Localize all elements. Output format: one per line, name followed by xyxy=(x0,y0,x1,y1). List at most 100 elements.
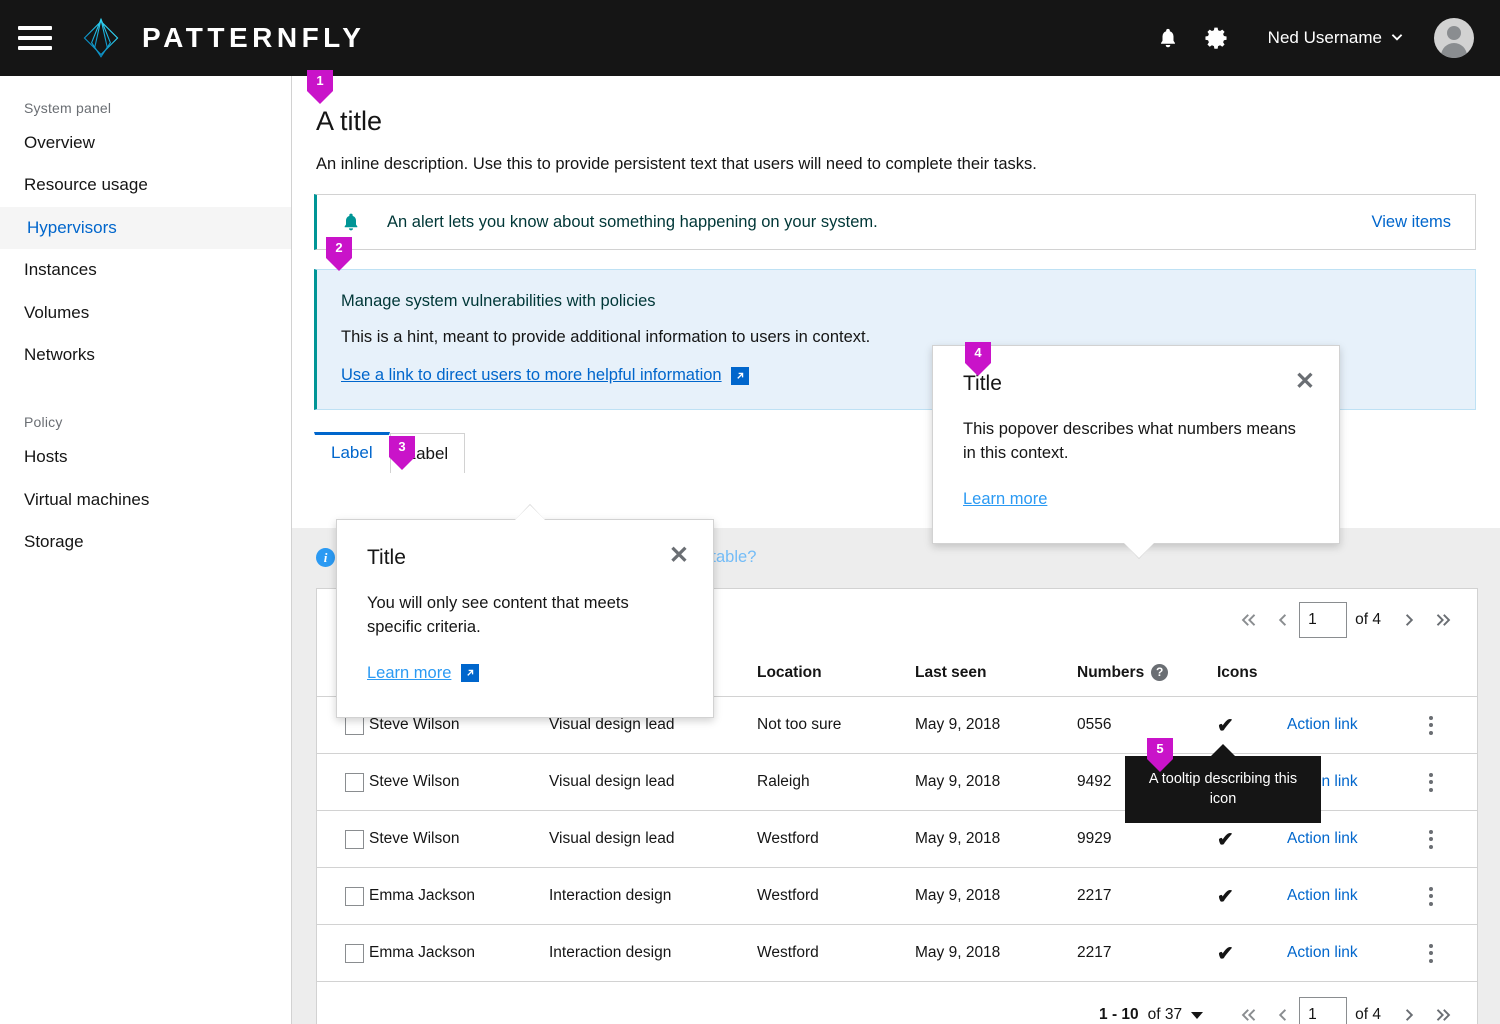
annotation-badge-number: 3 xyxy=(389,436,415,457)
pagination-prev-button[interactable] xyxy=(1265,998,1299,1024)
table-row[interactable]: Emma Jackson Interaction design Westford… xyxy=(317,924,1477,982)
sidebar-item-volumes[interactable]: Volumes xyxy=(0,292,291,334)
question-circle-icon[interactable]: ? xyxy=(1151,663,1169,681)
row-checkbox-cell xyxy=(317,753,369,811)
cell-action: Action link xyxy=(1287,867,1417,925)
annotation-badge-number: 5 xyxy=(1147,738,1173,759)
row-kebab-menu-icon[interactable] xyxy=(1417,825,1445,853)
annotation-badge-tip xyxy=(307,91,333,104)
pagination-summary-range: 1 - 10 xyxy=(1099,1006,1139,1023)
action-link[interactable]: Action link xyxy=(1287,944,1358,961)
pagination-page-input[interactable] xyxy=(1299,602,1348,638)
cell-role: Visual design lead xyxy=(549,753,757,811)
popover-learn-more-label: Learn more xyxy=(367,663,452,682)
row-checkbox[interactable] xyxy=(345,715,364,735)
popover-table-criteria: Title ✕ You will only see content that m… xyxy=(336,504,714,718)
pagination-prev-button[interactable] xyxy=(1265,603,1299,637)
row-checkbox-cell xyxy=(317,810,369,868)
column-header-numbers[interactable]: Numbers? xyxy=(1077,651,1217,697)
cell-location: Westford xyxy=(757,867,915,925)
cell-role: Interaction design xyxy=(549,924,757,982)
hint-link[interactable]: Use a link to direct users to more helpf… xyxy=(341,366,749,385)
cell-last-seen: May 9, 2018 xyxy=(915,696,1077,754)
row-checkbox[interactable] xyxy=(345,943,364,963)
action-link[interactable]: Action link xyxy=(1287,716,1358,733)
check-icon[interactable]: ✔ xyxy=(1217,829,1234,851)
row-checkbox[interactable] xyxy=(345,772,364,792)
table-row[interactable]: Emma Jackson Interaction design Westford… xyxy=(317,867,1477,925)
cell-kebab xyxy=(1417,753,1477,811)
table-footer: 1 - 10 of 37 1 of 4 xyxy=(317,982,1477,1024)
sidebar-item-virtual-machines[interactable]: Virtual machines xyxy=(0,479,291,521)
pagination-page-input[interactable] xyxy=(1299,997,1348,1024)
column-header-action xyxy=(1287,651,1417,697)
column-header-numbers-label: Numbers xyxy=(1077,663,1145,681)
sidebar-item-resource-usage[interactable]: Resource usage xyxy=(0,164,291,206)
row-checkbox-cell xyxy=(317,924,369,982)
cell-location: Raleigh xyxy=(757,753,915,811)
user-menu[interactable]: Ned Username xyxy=(1268,28,1404,48)
row-checkbox[interactable] xyxy=(345,829,364,849)
annotation-badge-4: 4 xyxy=(965,342,991,376)
popover-footer: Learn more xyxy=(337,640,713,717)
row-kebab-menu-icon[interactable] xyxy=(1417,882,1445,910)
sidebar-item-instances[interactable]: Instances xyxy=(0,249,291,291)
column-header-kebab xyxy=(1417,651,1477,697)
sidebar-item-hypervisors[interactable]: Hypervisors xyxy=(0,206,291,250)
cell-last-seen: May 9, 2018 xyxy=(915,810,1077,868)
alert-action-view-items[interactable]: View items xyxy=(1372,213,1451,232)
sidebar-item-networks[interactable]: Networks xyxy=(0,334,291,376)
annotation-badge-tip xyxy=(1147,759,1173,772)
hamburger-bar xyxy=(18,26,52,30)
pagination-next-button[interactable] xyxy=(1393,998,1427,1024)
cell-role: Visual design lead xyxy=(549,810,757,868)
row-kebab-menu-icon[interactable] xyxy=(1417,768,1445,796)
popover-title: Title xyxy=(367,546,406,569)
avatar[interactable] xyxy=(1434,18,1474,58)
close-icon[interactable]: ✕ xyxy=(1295,369,1315,393)
tooltip-text: A tooltip describing this icon xyxy=(1148,771,1298,807)
pagination-last-button[interactable] xyxy=(1427,998,1461,1024)
brand[interactable]: PATTERNFLY xyxy=(76,13,365,63)
row-kebab-menu-icon[interactable] xyxy=(1417,939,1445,967)
hamburger-menu-icon[interactable] xyxy=(18,26,52,50)
check-icon[interactable]: ✔ xyxy=(1217,886,1234,908)
column-header-last-seen[interactable]: Last seen xyxy=(915,651,1077,697)
cell-name: Emma Jackson xyxy=(369,867,549,925)
pagination-last-button[interactable] xyxy=(1427,603,1461,637)
cell-location: Not too sure xyxy=(757,696,915,754)
cell-location: Westford xyxy=(757,924,915,982)
popover-learn-more-link[interactable]: Learn more xyxy=(963,490,1047,509)
action-link[interactable]: Action link xyxy=(1287,887,1358,904)
annotation-badge-3: 3 xyxy=(389,436,415,470)
annotation-badge-1: 1 xyxy=(307,70,333,104)
cell-action: Action link xyxy=(1287,924,1417,982)
gear-icon[interactable] xyxy=(1192,14,1240,62)
pagination-first-button[interactable] xyxy=(1231,998,1265,1024)
annotation-badge-number: 2 xyxy=(326,237,352,258)
sidebar-item-overview[interactable]: Overview xyxy=(0,122,291,164)
sidebar-item-hosts[interactable]: Hosts xyxy=(0,436,291,478)
column-header-icons[interactable]: Icons xyxy=(1217,651,1287,697)
action-link[interactable]: Action link xyxy=(1287,830,1358,847)
tab-label-1[interactable]: Label xyxy=(314,432,390,473)
cell-kebab xyxy=(1417,924,1477,982)
pagination-next-button[interactable] xyxy=(1393,603,1427,637)
alert-banner: An alert lets you know about something h… xyxy=(314,194,1476,250)
check-icon[interactable]: ✔ xyxy=(1217,715,1234,737)
close-icon[interactable]: ✕ xyxy=(669,543,689,567)
chevron-down-icon xyxy=(1191,1011,1204,1019)
row-checkbox[interactable] xyxy=(345,886,364,906)
bell-icon[interactable] xyxy=(1144,14,1192,62)
popover-learn-more-link[interactable]: Learn more xyxy=(367,663,480,683)
row-kebab-menu-icon[interactable] xyxy=(1417,711,1445,739)
page-description: An inline description. Use this to provi… xyxy=(316,155,1037,173)
sidebar-item-storage[interactable]: Storage xyxy=(0,521,291,563)
pagination-summary-dropdown[interactable]: 1 - 10 of 37 xyxy=(1099,1006,1204,1024)
popover-footer: Learn more xyxy=(933,466,1339,543)
check-icon[interactable]: ✔ xyxy=(1217,943,1234,965)
table-body: Steve Wilson Visual design lead Not too … xyxy=(317,696,1477,982)
popover-body: You will only see content that meets spe… xyxy=(367,594,629,636)
pagination-first-button[interactable] xyxy=(1231,603,1265,637)
column-header-location[interactable]: Location xyxy=(757,651,915,697)
